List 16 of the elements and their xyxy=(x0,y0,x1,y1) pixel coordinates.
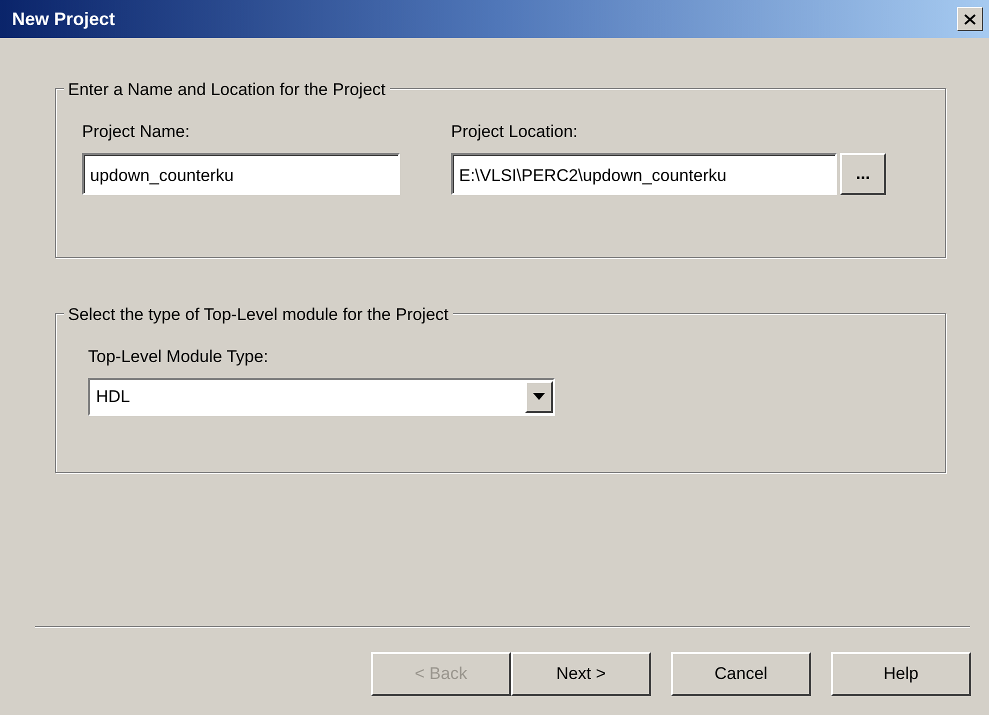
text-field[interactable]: updown_counterku xyxy=(82,152,400,194)
text-field[interactable]: E:\VLSI\PERC2\updown_counterku xyxy=(451,152,837,194)
caret-icon xyxy=(533,393,545,400)
browse-button[interactable]: ... xyxy=(840,152,886,194)
window-title: New Project xyxy=(12,8,116,31)
field-label: Project Location: xyxy=(451,121,579,143)
close-icon xyxy=(964,14,976,24)
dialog-button[interactable]: Next > xyxy=(511,652,651,696)
close-button[interactable] xyxy=(957,7,983,31)
dialog-button[interactable]: Cancel xyxy=(671,652,811,696)
dropdown-arrow-button[interactable] xyxy=(525,380,553,412)
field-label: Top-Level Module Type: xyxy=(88,346,270,368)
dialog-button[interactable]: Help xyxy=(831,652,971,696)
field-label: Project Name: xyxy=(82,121,191,143)
dropdown[interactable]: HDL xyxy=(88,378,555,416)
dropdown-value: HDL xyxy=(96,386,130,408)
